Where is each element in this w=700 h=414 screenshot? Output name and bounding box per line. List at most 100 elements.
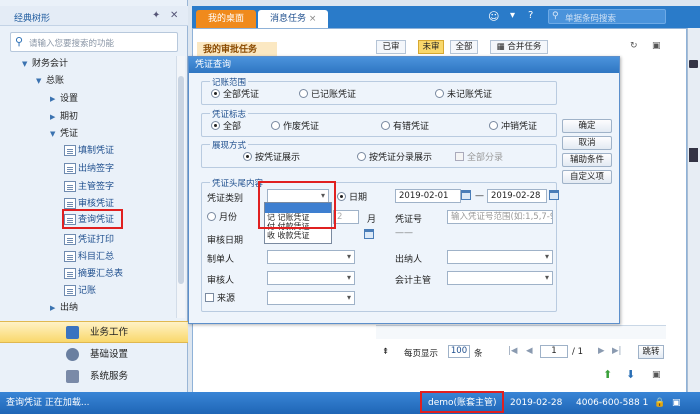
radio-month[interactable]: 月份 xyxy=(207,212,237,224)
document-icon xyxy=(64,285,76,296)
date-to-input[interactable]: 2019-02-28 xyxy=(487,189,547,203)
refresh-icon[interactable]: ↻ xyxy=(630,41,638,51)
cashier-select[interactable] xyxy=(447,250,553,264)
pager: ⇞ 每页显示 100 条 |◀ ◀ 1 / 1 ▶ ▶| 跳转 xyxy=(376,344,666,362)
radio-unposted-vouchers[interactable]: 未记账凭证 xyxy=(435,89,492,101)
calendar-icon[interactable] xyxy=(364,229,374,239)
highlight-box xyxy=(258,181,336,229)
scrollbar-thumb[interactable] xyxy=(178,76,184,284)
nav-basic-settings[interactable]: 基础设置 xyxy=(0,344,188,366)
merge-task-button[interactable]: ▦ 合并任务 xyxy=(490,40,548,54)
radio-reversal-vouchers[interactable]: 冲销凭证 xyxy=(489,121,537,133)
radio-label: 日期 xyxy=(349,193,368,203)
radio-by-entry[interactable]: 按凭证分录展示 xyxy=(357,152,432,164)
barcode-search-input[interactable]: ⚲ 单据条码搜索 xyxy=(548,9,666,24)
nav-business-work[interactable]: 业务工作 xyxy=(0,321,188,343)
calendar-icon[interactable] xyxy=(549,190,559,200)
tree-item-abstract-summary[interactable]: 摘要汇总表 xyxy=(64,266,123,282)
document-icon xyxy=(64,181,76,192)
cancel-button[interactable]: 取消 xyxy=(562,136,612,150)
nav-system-service[interactable]: 系统服务 xyxy=(0,366,188,388)
calendar-icon[interactable] xyxy=(461,190,471,200)
month-input[interactable]: 2 xyxy=(333,210,359,224)
radio-error-vouchers[interactable]: 有错凭证 xyxy=(381,121,429,133)
prev-page-icon[interactable]: ◀ xyxy=(526,346,533,356)
radio-all-vouchers[interactable]: 全部凭证 xyxy=(211,89,259,101)
document-icon xyxy=(64,234,76,245)
chevron-right-icon: ▶ xyxy=(50,95,56,103)
tree-scrollbar[interactable] xyxy=(176,56,185,318)
close-icon[interactable]: × xyxy=(309,14,317,24)
help-icon[interactable]: ? xyxy=(528,10,533,21)
per-page-label: 每页显示 xyxy=(404,349,439,359)
filter-label: 全部 xyxy=(455,42,473,52)
radio-date[interactable]: 日期 xyxy=(337,192,367,204)
tab-message-task[interactable]: 消息任务 × xyxy=(258,10,329,28)
custom-items-button[interactable]: 自定义项 xyxy=(562,170,612,184)
ok-button[interactable]: 确定 xyxy=(562,119,612,133)
tree-item-settings[interactable]: ▶ 设置 xyxy=(50,91,78,107)
tree-item-supervisor-sign[interactable]: 主管签字 xyxy=(64,179,114,195)
chief-select[interactable] xyxy=(447,271,553,285)
window-icon[interactable]: ▣ xyxy=(672,392,681,414)
radio-by-voucher[interactable]: 按凭证展示 xyxy=(243,152,300,164)
source-select[interactable] xyxy=(267,291,355,305)
dropdown-icon[interactable]: ▾ xyxy=(510,10,515,21)
auditor-select[interactable] xyxy=(267,271,355,285)
tree-item-cashier-sign[interactable]: 出纳签字 xyxy=(64,161,114,177)
tab-my-desktop[interactable]: 我的桌面 xyxy=(196,10,257,28)
tree-item-print-voucher[interactable]: 凭证打印 xyxy=(64,232,114,248)
radio-dot xyxy=(271,121,280,130)
voucher-no-input[interactable]: 输入凭证号范围(如:1,5,7-9 xyxy=(447,210,553,224)
date-separator: — xyxy=(475,191,484,201)
per-page-input[interactable]: 100 xyxy=(448,345,470,358)
radio-void-vouchers[interactable]: 作废凭证 xyxy=(271,121,319,133)
window-icon[interactable]: ▣ xyxy=(652,370,661,380)
checkbox-all-entries[interactable]: 全部分录 xyxy=(455,152,503,164)
pin-icon[interactable]: ✦ xyxy=(152,10,160,21)
main-scrollbar[interactable] xyxy=(687,28,700,394)
radio-posted-vouchers[interactable]: 已记账凭证 xyxy=(299,89,356,101)
radio-dot xyxy=(211,121,220,130)
last-page-icon[interactable]: ▶| xyxy=(612,346,621,356)
first-page-icon[interactable]: |◀ xyxy=(508,346,517,356)
aux-conditions-button[interactable]: 辅助条件 xyxy=(562,153,612,167)
search-icon: ⚲ xyxy=(552,11,559,21)
tree-item-voucher[interactable]: ▼ 凭证 xyxy=(50,126,78,142)
filter-approved[interactable]: 已审 xyxy=(376,40,406,54)
arrow-down-icon[interactable]: ⬇ xyxy=(626,368,635,381)
page-input[interactable]: 1 xyxy=(540,345,568,358)
filter-unapproved[interactable]: 未审 xyxy=(418,40,444,54)
tree-item-finance[interactable]: ▼ 财务会计 xyxy=(22,56,68,72)
smiley-icon[interactable]: ☺ xyxy=(488,10,499,23)
radio-dot xyxy=(381,121,390,130)
next-page-icon[interactable]: ▶ xyxy=(598,346,605,356)
voucher-type-label: 凭证类别 xyxy=(207,194,244,204)
tree-item-posting[interactable]: 记账 xyxy=(64,283,96,299)
maker-select[interactable] xyxy=(267,250,355,264)
checkbox-source[interactable]: 来源 xyxy=(205,293,235,305)
table-bottom xyxy=(376,325,666,339)
arrow-up-icon[interactable]: ⬆ xyxy=(603,368,612,381)
status-bar: 查询凭证 正在加载... demo(账套主管) 2019-02-28 4006-… xyxy=(0,392,700,414)
pager-arrow[interactable]: ⇞ xyxy=(382,347,389,357)
tree-item-opening[interactable]: ▶ 期初 xyxy=(50,109,78,125)
tree-item-account-summary[interactable]: 科目汇总 xyxy=(64,249,114,265)
date-from-input[interactable]: 2019-02-01 xyxy=(395,189,461,203)
tree-item-cashier[interactable]: ▶ 出纳 xyxy=(50,300,78,316)
group-label: 凭证头尾内容 xyxy=(210,177,266,189)
chevron-right-icon: ▶ xyxy=(50,113,56,121)
tree-item-gl[interactable]: ▼ 总账 xyxy=(36,73,64,89)
lock-icon[interactable]: 🔒 xyxy=(654,392,665,414)
function-search-input[interactable]: ⚲ 请输入您要搜索的功能 xyxy=(10,32,178,52)
dropdown-option[interactable]: 收 收款凭证 xyxy=(267,231,310,240)
close-icon[interactable]: ✕ xyxy=(170,10,178,21)
window-icon[interactable]: ▣ xyxy=(652,41,661,51)
radio-flag-all[interactable]: 全部 xyxy=(211,121,241,133)
filter-all[interactable]: 全部 xyxy=(450,40,478,54)
radio-label: 全部 xyxy=(223,122,242,132)
left-panel: 经典树形 ✦ ✕ ⚲ 请输入您要搜索的功能 ▼ 财务会计 ▼ 总账 ▶ 设置 ▶ 期初 … xyxy=(0,0,188,392)
tree-item-fill-voucher[interactable]: 填制凭证 xyxy=(64,143,114,159)
radio-label: 有错凭证 xyxy=(393,122,430,132)
jump-button[interactable]: 跳转 xyxy=(638,345,664,359)
